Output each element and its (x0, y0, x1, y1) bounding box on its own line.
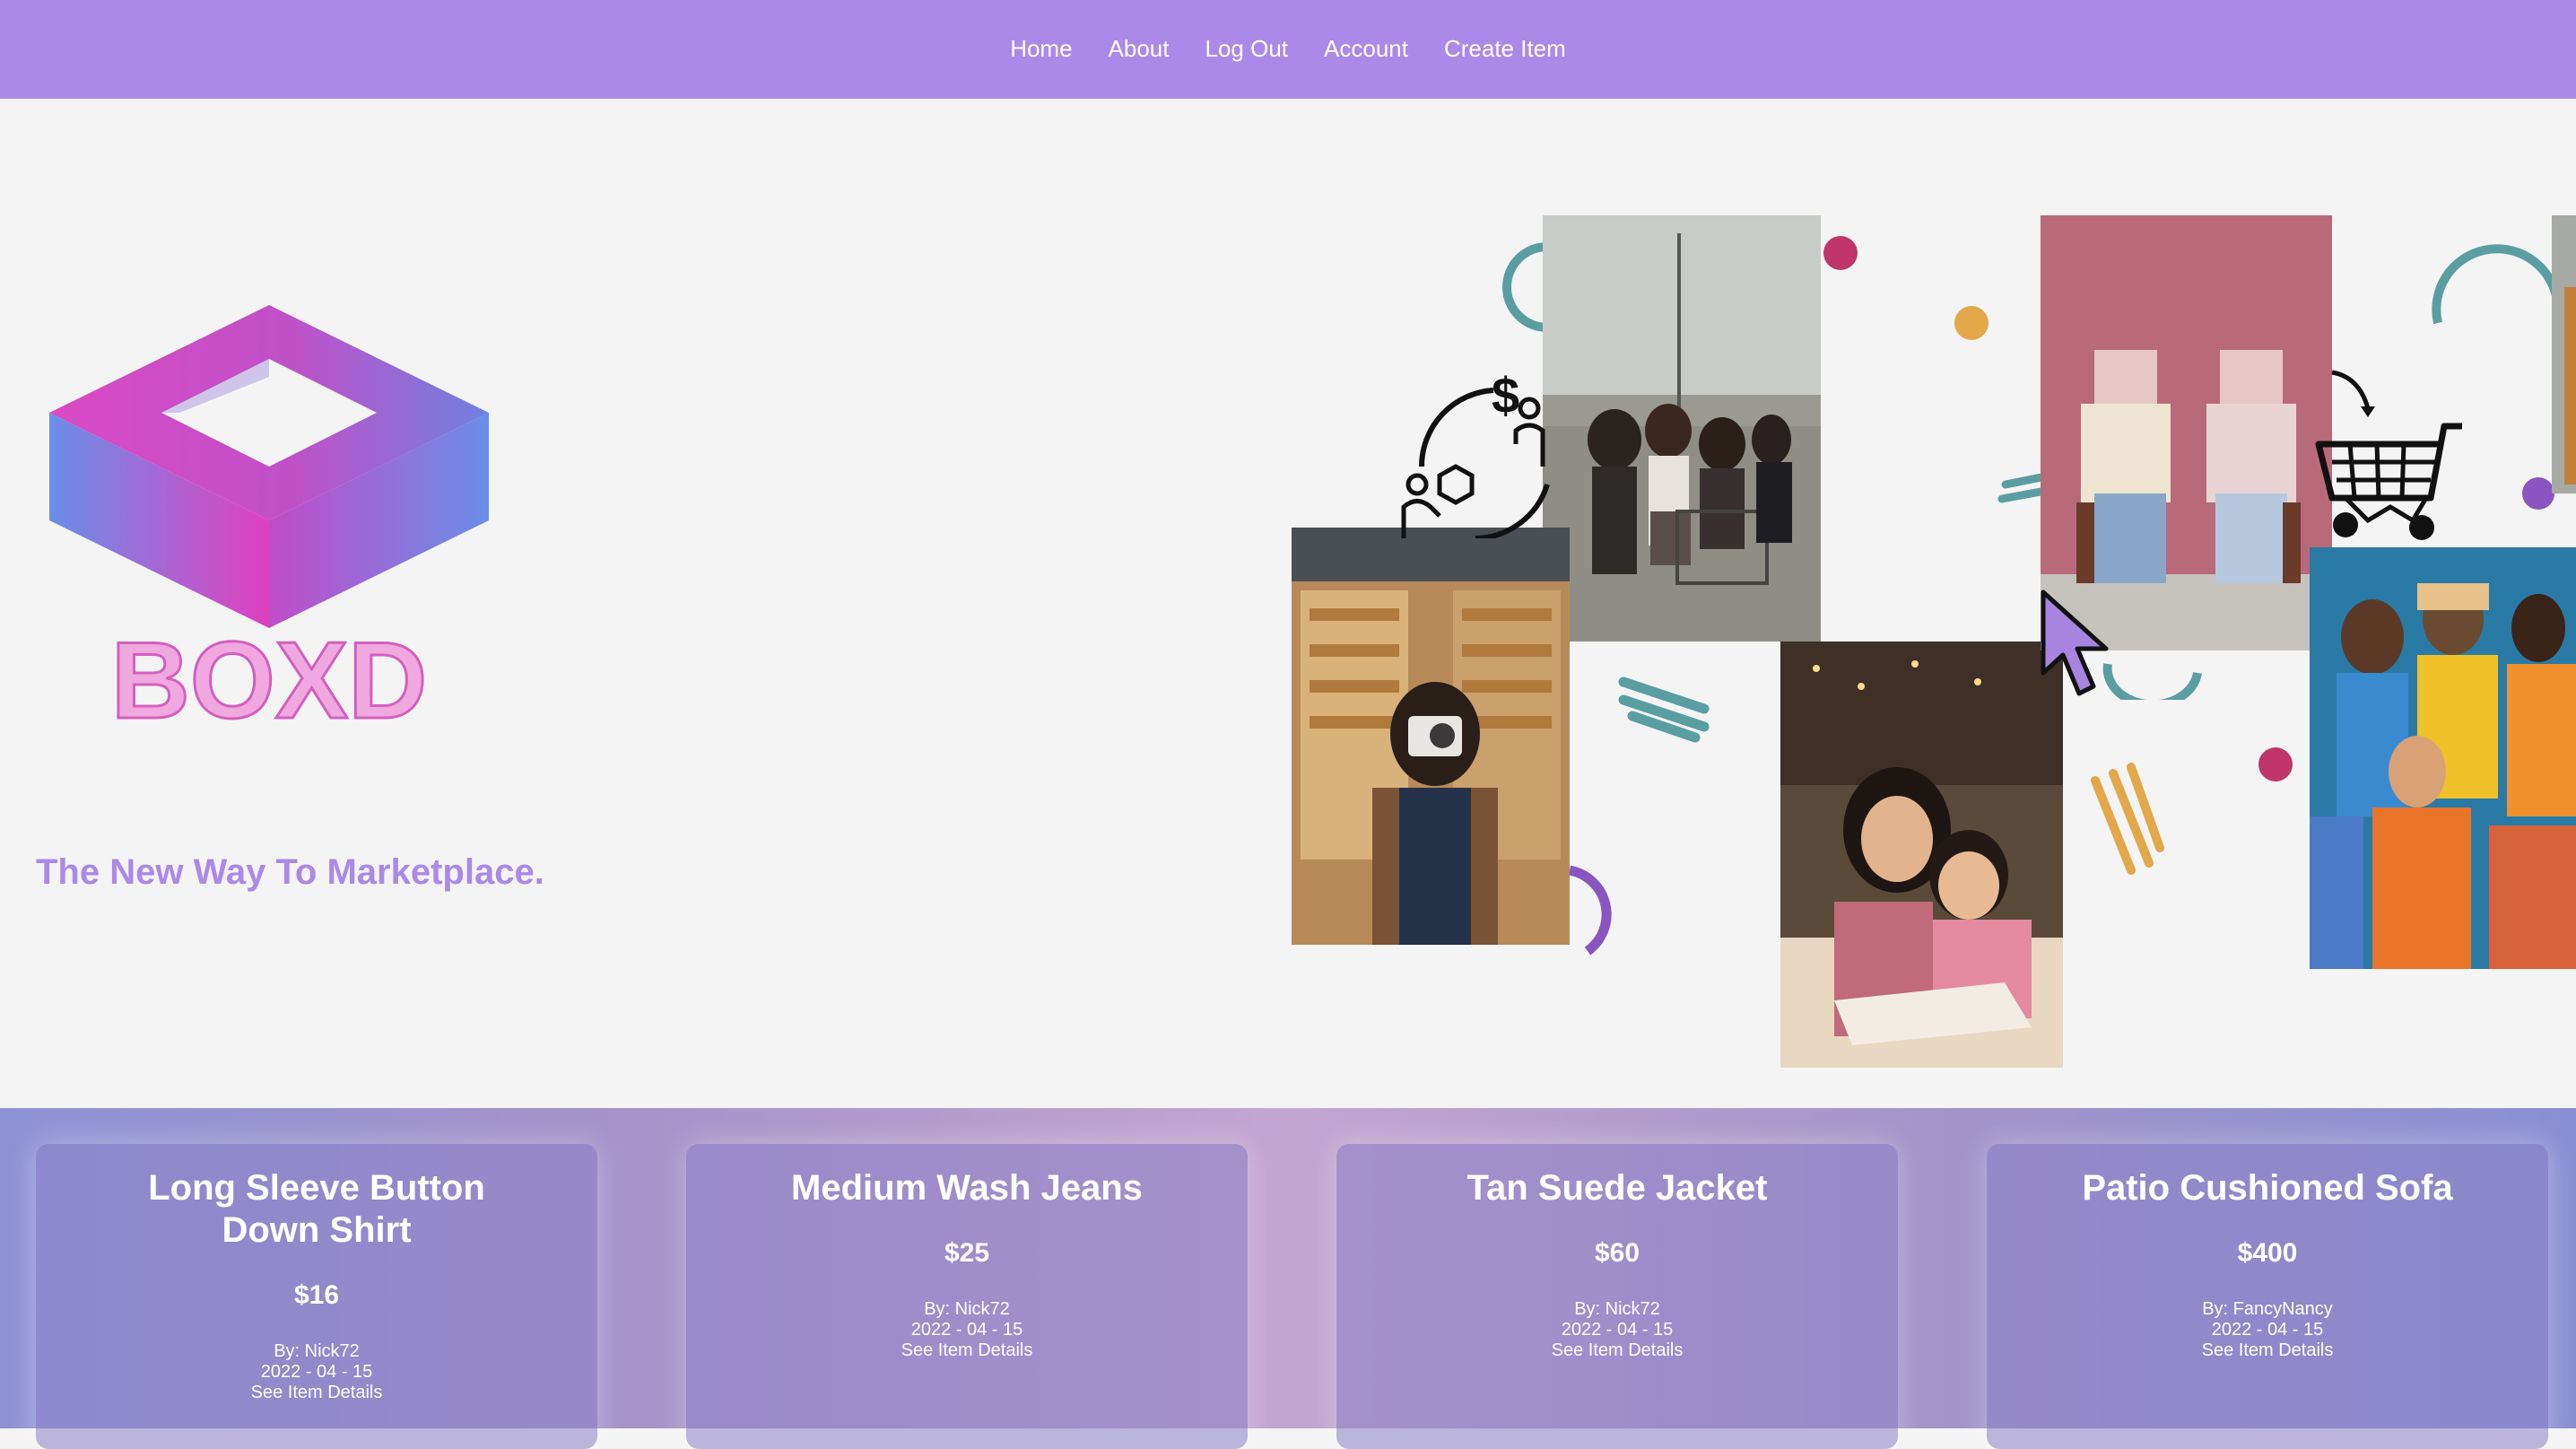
product-card[interactable]: Medium Wash Jeans $25 By: Nick72 2022 - … (686, 1144, 1248, 1449)
nav-logout-link[interactable]: Log Out (1205, 35, 1289, 65)
photo-mother-child-reading (1780, 642, 2063, 1068)
product-date: 2022 - 04 - 15 (1561, 1320, 1674, 1340)
see-item-details-link[interactable]: See Item Details (686, 1340, 1248, 1361)
shopping-cart-icon (2315, 370, 2462, 540)
exchange-icon: $ (1401, 367, 1550, 538)
product-title: Tan Suede Jacket (1466, 1168, 1768, 1208)
product-seller: By: Nick72 (924, 1299, 1010, 1319)
nav-about-link[interactable]: About (1109, 35, 1170, 65)
red-dot-decoration-lower (2258, 747, 2293, 781)
product-title: Long Sleeve Button Down Shirt (148, 1168, 485, 1250)
purple-dot-decoration (2522, 477, 2554, 510)
product-price: $60 (1594, 1238, 1640, 1268)
svg-text:$: $ (1492, 367, 1519, 423)
nav-account-link[interactable]: Account (1324, 35, 1408, 65)
product-title: Medium Wash Jeans (791, 1168, 1143, 1208)
gold-dot-decoration (1954, 306, 1989, 340)
photo-woman-camera (1292, 528, 1570, 945)
product-price: $25 (944, 1238, 990, 1268)
see-item-details-link[interactable]: See Item Details (1987, 1340, 2548, 1361)
product-listing: Long Sleeve Button Down Shirt $16 By: Ni… (0, 1108, 2576, 1449)
product-date: 2022 - 04 - 15 (260, 1362, 373, 1382)
red-dot-decoration (1823, 236, 1858, 270)
nav-create-item-link[interactable]: Create Item (1444, 35, 1566, 65)
photo-shopping-cart-friends (1543, 215, 1821, 642)
product-seller: By: Nick72 (274, 1341, 360, 1361)
product-seller: By: FancyNancy (2202, 1299, 2333, 1319)
boxd-logo: BOXD (36, 305, 502, 861)
photo-right-edge (2552, 215, 2576, 493)
product-date: 2022 - 04 - 15 (910, 1320, 1023, 1340)
see-item-details-link[interactable]: See Item Details (1336, 1340, 1898, 1361)
photo-two-women-reading (2041, 215, 2332, 650)
product-card[interactable]: Tan Suede Jacket $60 By: Nick72 2022 - 0… (1336, 1144, 1898, 1449)
product-card[interactable]: Long Sleeve Button Down Shirt $16 By: Ni… (36, 1144, 597, 1449)
purple-arc-decoration (1568, 865, 1612, 956)
product-price: $16 (293, 1280, 340, 1310)
nav-home-link[interactable]: Home (1010, 35, 1072, 65)
product-date: 2022 - 04 - 15 (2211, 1320, 2324, 1340)
hero-collage: $ (1283, 215, 2576, 1077)
teal-stripes-decoration (1618, 676, 1710, 743)
brand-tagline: The New Way To Marketplace. (36, 852, 544, 892)
hero-section: BOXD The New Way To Marketplace. $ (0, 99, 2576, 1108)
photo-group-colorful (2310, 547, 2576, 969)
teal-arc-decoration-right (2432, 244, 2561, 325)
brand-wordmark: BOXD (111, 619, 427, 741)
product-card[interactable]: Patio Cushioned Sofa $400 By: FancyNancy… (1987, 1144, 2548, 1449)
product-seller: By: Nick72 (1574, 1299, 1660, 1319)
top-nav: Home About Log Out Account Create Item (0, 0, 2576, 99)
product-title: Patio Cushioned Sofa (2082, 1168, 2453, 1208)
product-price: $400 (2237, 1238, 2298, 1268)
cursor-arrow-icon (2041, 589, 2109, 696)
gold-stripes-decoration (2091, 763, 2164, 875)
see-item-details-link[interactable]: See Item Details (36, 1383, 597, 1403)
